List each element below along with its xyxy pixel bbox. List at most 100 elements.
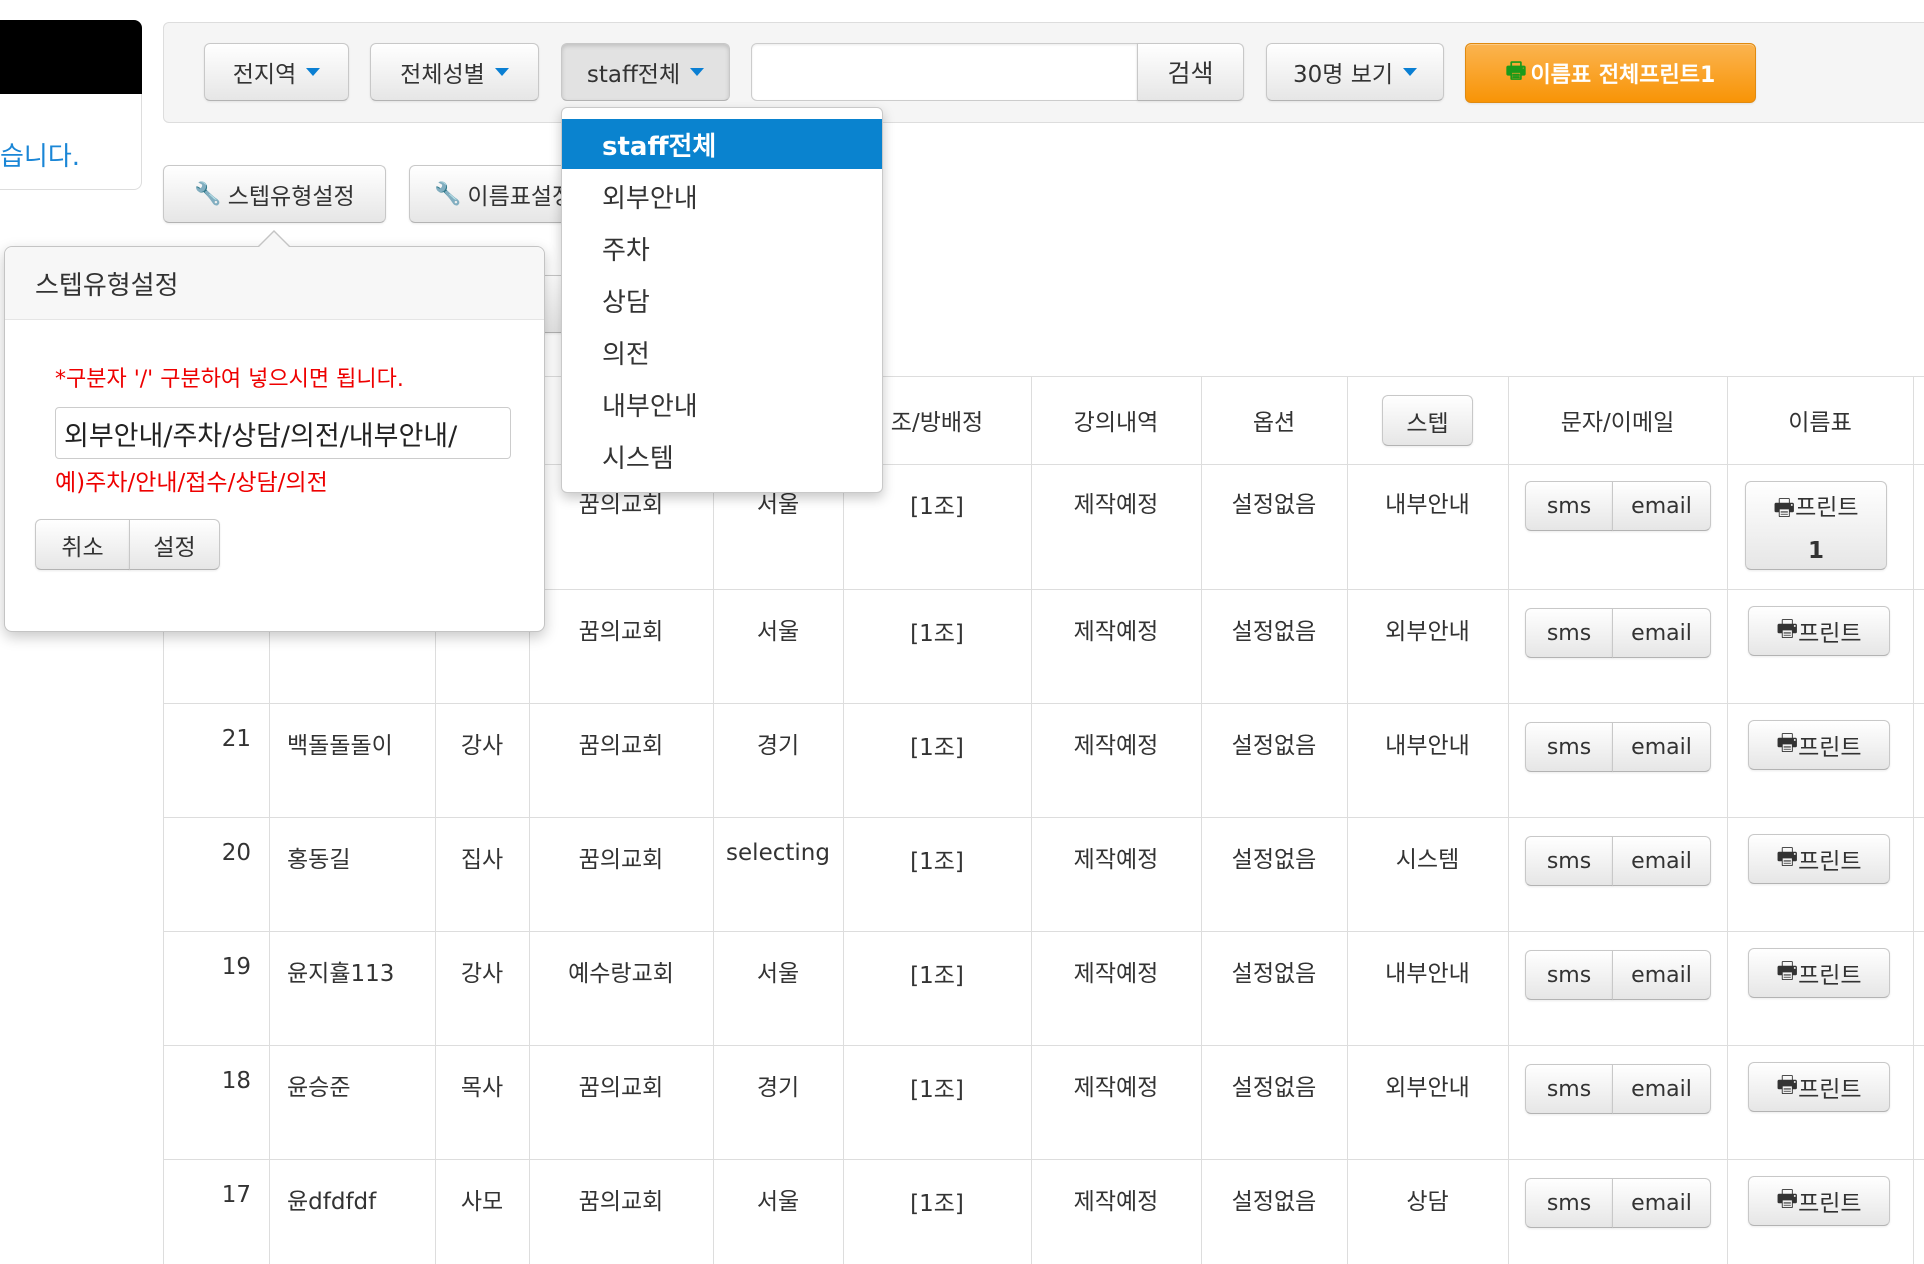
cell-step: 내부안내 xyxy=(1385,961,1470,987)
cell-region: 서울 xyxy=(756,1189,800,1215)
email-button[interactable]: email xyxy=(1612,950,1711,1000)
staff-filter-dropdown[interactable]: staff전체 xyxy=(561,43,730,101)
page-size-dropdown[interactable]: 30명 보기 xyxy=(1266,43,1444,101)
apply-button[interactable]: 설정 xyxy=(129,519,220,570)
sms-button[interactable]: sms xyxy=(1525,481,1613,531)
sms-button[interactable]: sms xyxy=(1525,1064,1613,1114)
dropdown-item-protocol[interactable]: 의전 xyxy=(562,327,882,377)
cell-title: 강사 xyxy=(460,733,504,759)
cell-team: [1조] xyxy=(910,735,964,761)
email-button[interactable]: email xyxy=(1612,608,1711,658)
email-button[interactable]: email xyxy=(1612,836,1711,886)
print-label: 프린트 xyxy=(1798,735,1862,761)
print-button[interactable]: 🖶 프린트 xyxy=(1748,606,1890,656)
cell-option: 설정없음 xyxy=(1231,733,1317,759)
cell-church: 꿈의교회 xyxy=(578,1189,664,1215)
print-button[interactable]: 🖶 프린트 xyxy=(1748,1176,1890,1226)
header-nametag: 이름표 xyxy=(1788,410,1852,436)
sms-button[interactable]: sms xyxy=(1525,608,1613,658)
dropdown-item-parking[interactable]: 주차 xyxy=(562,223,882,273)
print-all-nametags-button[interactable]: 🖶 이름표 전체프린트1 xyxy=(1465,43,1756,103)
search-input[interactable] xyxy=(751,43,1138,101)
gender-filter-dropdown[interactable]: 전체성별 xyxy=(370,43,539,101)
print-button[interactable]: 🖶 프린트 xyxy=(1748,834,1890,884)
print-label: 프린트 xyxy=(1798,1077,1862,1103)
print-label: 프린트 xyxy=(1798,849,1862,875)
dropdown-item-inside-guide[interactable]: 내부안내 xyxy=(562,379,882,429)
cell-lecture: 제작예정 xyxy=(1073,1075,1159,1101)
dropdown-item-staff-all[interactable]: staff전체 xyxy=(562,119,882,169)
cell-team: [1조] xyxy=(910,1077,964,1103)
cell-step: 외부안내 xyxy=(1385,1075,1470,1101)
print-button[interactable]: 🖶 프린트 xyxy=(1748,720,1890,770)
print-count: 1 xyxy=(1807,537,1824,564)
region-filter-dropdown[interactable]: 전지역 xyxy=(204,43,349,101)
email-button[interactable]: email xyxy=(1612,1064,1711,1114)
email-button[interactable]: email xyxy=(1612,722,1711,772)
printer-icon: 🖶 xyxy=(1776,729,1799,756)
step-type-settings-label: 스텝유형설정 xyxy=(227,184,355,210)
cell-team: [1조] xyxy=(910,849,964,875)
cell-team: [1조] xyxy=(910,1191,964,1217)
cell-church: 꿈의교회 xyxy=(578,847,664,873)
cell-no: 21 xyxy=(221,726,251,752)
cell-option: 설정없음 xyxy=(1231,961,1317,987)
cell-region: 경기 xyxy=(756,733,800,759)
printer-icon: 🖶 xyxy=(1505,59,1527,84)
cell-name: 윤dfdfdf xyxy=(287,1189,377,1215)
step-header-button[interactable]: 스텝 xyxy=(1382,395,1473,446)
staff-filter-label: staff전체 xyxy=(586,62,681,88)
chevron-down-icon xyxy=(306,68,321,76)
print-label: 프린트 xyxy=(1798,963,1862,989)
nametag-settings-button[interactable]: 🔧 이름표설정 xyxy=(409,165,569,223)
header-contact: 문자/이메일 xyxy=(1560,410,1675,436)
sms-button[interactable]: sms xyxy=(1525,836,1613,886)
page-size-label: 30명 보기 xyxy=(1292,62,1394,88)
cell-name: 홍동길 xyxy=(287,847,351,873)
print-button[interactable]: 🖶프린트 1 xyxy=(1745,481,1887,570)
sms-button[interactable]: sms xyxy=(1525,1178,1613,1228)
cell-name: 윤승준 xyxy=(287,1075,351,1101)
email-button[interactable]: email xyxy=(1612,1178,1711,1228)
header-option: 옵션 xyxy=(1252,410,1296,436)
printer-icon: 🖶 xyxy=(1773,494,1796,521)
print-label: 프린트 xyxy=(1798,621,1862,647)
sms-button[interactable]: sms xyxy=(1525,950,1613,1000)
nametag-settings-label: 이름표설정 xyxy=(467,184,569,210)
print-button[interactable]: 🖶 프린트 xyxy=(1748,1062,1890,1112)
wrench-icon: 🔧 xyxy=(194,181,222,207)
cell-region: 경기 xyxy=(756,1075,800,1101)
col-divider xyxy=(1508,376,1509,1264)
cell-title: 강사 xyxy=(460,961,504,987)
cell-lecture: 제작예정 xyxy=(1073,1189,1159,1215)
cell-church: 꿈의교회 xyxy=(578,733,664,759)
cell-church: 예수랑교회 xyxy=(568,961,674,987)
search-button[interactable]: 검색 xyxy=(1137,43,1244,101)
email-button[interactable]: email xyxy=(1612,481,1711,531)
row-divider xyxy=(163,931,1924,932)
sms-button[interactable]: sms xyxy=(1525,722,1613,772)
gender-filter-label: 전체성별 xyxy=(400,62,485,88)
print-label: 프린트 xyxy=(1798,1191,1862,1217)
info-text: 습니다. xyxy=(0,142,81,172)
step-types-input[interactable]: 외부안내/주차/상담/의전/내부안내/ xyxy=(55,407,511,459)
step-type-settings-button[interactable]: 🔧 스텝유형설정 xyxy=(163,165,386,223)
staff-dropdown-menu: staff전체 외부안내 주차 상담 의전 내부안내 시스템 xyxy=(561,107,883,493)
cell-lecture: 제작예정 xyxy=(1073,847,1159,873)
chevron-down-icon xyxy=(690,68,705,76)
dropdown-item-counsel[interactable]: 상담 xyxy=(562,275,882,325)
print-button[interactable]: 🖶 프린트 xyxy=(1748,948,1890,998)
printer-icon: 🖶 xyxy=(1776,615,1799,642)
row-divider xyxy=(163,1045,1924,1046)
black-header-block xyxy=(0,20,142,94)
wrench-icon: 🔧 xyxy=(434,181,462,207)
dropdown-item-system[interactable]: 시스템 xyxy=(562,431,882,481)
cell-no: 20 xyxy=(221,840,251,866)
dropdown-item-outside-guide[interactable]: 외부안내 xyxy=(562,171,882,221)
print-all-label: 이름표 전체프린트1 xyxy=(1530,63,1716,88)
cancel-button[interactable]: 취소 xyxy=(35,519,130,570)
cell-lecture: 제작예정 xyxy=(1073,961,1159,987)
print-label: 프린트 xyxy=(1795,494,1859,521)
cell-option: 설정없음 xyxy=(1231,1075,1317,1101)
cell-name: 백돌돌돌이 xyxy=(287,733,393,759)
